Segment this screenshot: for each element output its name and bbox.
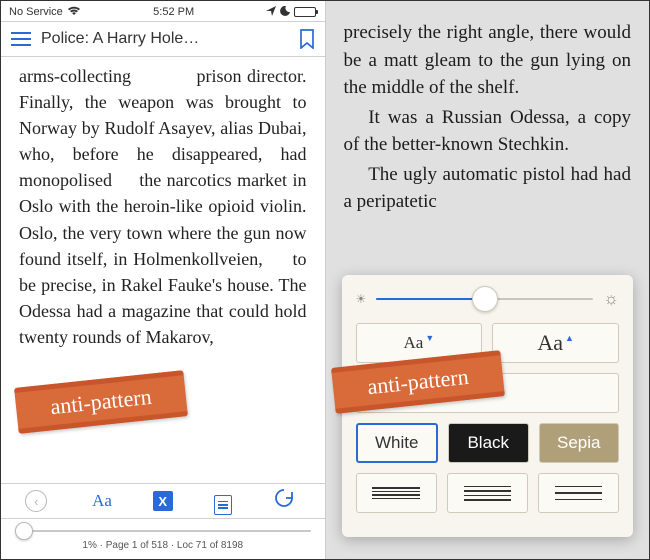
battery-icon — [294, 7, 316, 17]
lines-tight-icon — [372, 487, 420, 499]
line-spacing-loose-button[interactable] — [538, 473, 619, 513]
lines-normal-icon — [464, 486, 512, 501]
font-size-larger-button[interactable]: Aa▲ — [492, 323, 619, 363]
book-text-right[interactable]: precisely the right angle, there would b… — [326, 1, 650, 218]
brightness-row: ☀ ☼ — [356, 289, 620, 309]
notes-button[interactable] — [207, 487, 239, 515]
font-settings-button[interactable]: Aa — [86, 491, 118, 511]
brightness-slider[interactable] — [376, 291, 593, 307]
location-icon — [266, 6, 276, 19]
carrier-label: No Service — [9, 6, 63, 18]
theme-row: White Black Sepia — [356, 423, 620, 463]
status-bar: No Service 5:52 PM — [1, 1, 325, 21]
line-spacing-tight-button[interactable] — [356, 473, 437, 513]
chevron-left-icon: ‹ — [25, 490, 47, 512]
theme-sepia-button[interactable]: Sepia — [539, 423, 620, 463]
book-text-left[interactable]: arms-collecting prison director. Finally… — [1, 57, 325, 350]
xray-button[interactable]: X — [147, 491, 179, 512]
line-spacing-normal-button[interactable] — [447, 473, 528, 513]
caret-up-icon: ▲ — [565, 333, 574, 343]
xray-icon: X — [153, 491, 173, 511]
wifi-icon — [67, 6, 81, 19]
progress-bar-row: 1% · Page 1 of 518 · Loc 71 of 8198 — [1, 519, 325, 559]
paragraph: precisely the right angle, there would b… — [344, 19, 632, 102]
brightness-thumb[interactable] — [472, 286, 498, 312]
line-spacing-row — [356, 473, 620, 513]
lines-loose-icon — [555, 486, 603, 501]
brightness-fill — [376, 298, 485, 300]
page-title: Police: A Harry Hole… — [41, 30, 289, 48]
clock-label: 5:52 PM — [153, 6, 194, 18]
progress-label: 1% · Page 1 of 518 · Loc 71 of 8198 — [15, 540, 311, 551]
brightness-high-icon: ☼ — [603, 289, 619, 309]
bookmark-icon[interactable] — [299, 29, 315, 49]
phone-left: No Service 5:52 PM Police: A Harry Hole…… — [1, 1, 325, 559]
notes-icon — [214, 495, 232, 515]
hamburger-icon[interactable] — [11, 32, 31, 46]
caret-down-icon: ▼ — [425, 333, 434, 343]
nav-bar: Police: A Harry Hole… — [1, 21, 325, 57]
progress-thumb[interactable] — [15, 522, 33, 540]
back-button[interactable]: ‹ — [25, 490, 57, 512]
paragraph: It was a Russian Odessa, a copy of the b… — [344, 104, 632, 159]
phone-right: precisely the right angle, there would b… — [326, 1, 650, 559]
paragraph: The ugly automatic pistol had had a peri… — [344, 161, 632, 216]
bottom-toolbar: ‹ Aa X — [1, 483, 325, 519]
theme-black-button[interactable]: Black — [448, 423, 529, 463]
theme-white-button[interactable]: White — [356, 423, 439, 463]
brightness-low-icon: ☀ — [356, 292, 367, 306]
moon-icon — [280, 6, 290, 19]
sync-button[interactable] — [268, 487, 300, 515]
progress-slider[interactable] — [15, 522, 311, 540]
